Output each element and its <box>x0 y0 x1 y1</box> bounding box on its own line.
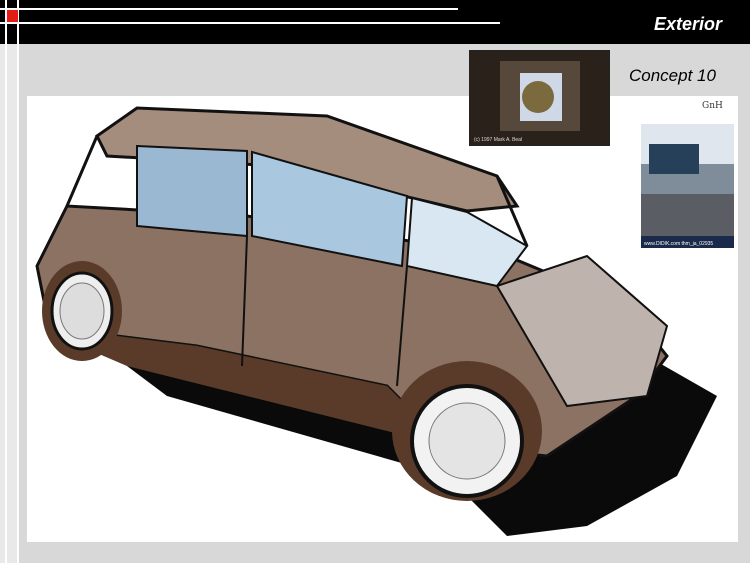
vertical-line <box>5 0 7 563</box>
building-photo-drawing: www.DIDIK.com thm_ja_02935 <box>641 124 734 248</box>
concept-title: Concept 10 <box>629 66 716 85</box>
accent-square <box>7 10 18 22</box>
atrium-photo-drawing: (c) 1997 Mark A. Beal <box>470 51 609 145</box>
photo2-caption: www.DIDIK.com thm_ja_02935 <box>644 241 713 247</box>
atrium-photo: (c) 1997 Mark A. Beal <box>469 50 610 146</box>
building-photo: www.DIDIK.com thm_ja_02935 <box>641 124 734 248</box>
car-sketch-drawing <box>35 106 717 536</box>
photo1-caption: (c) 1997 Mark A. Beal <box>474 137 522 143</box>
vertical-line <box>17 0 19 563</box>
divider-line <box>0 8 458 10</box>
slide-title: Exterior <box>653 14 722 34</box>
divider-line <box>0 22 500 24</box>
car-sketch-image <box>27 96 738 542</box>
handwritten-note: GnH <box>702 101 723 111</box>
title-bar: Exterior <box>0 0 750 44</box>
